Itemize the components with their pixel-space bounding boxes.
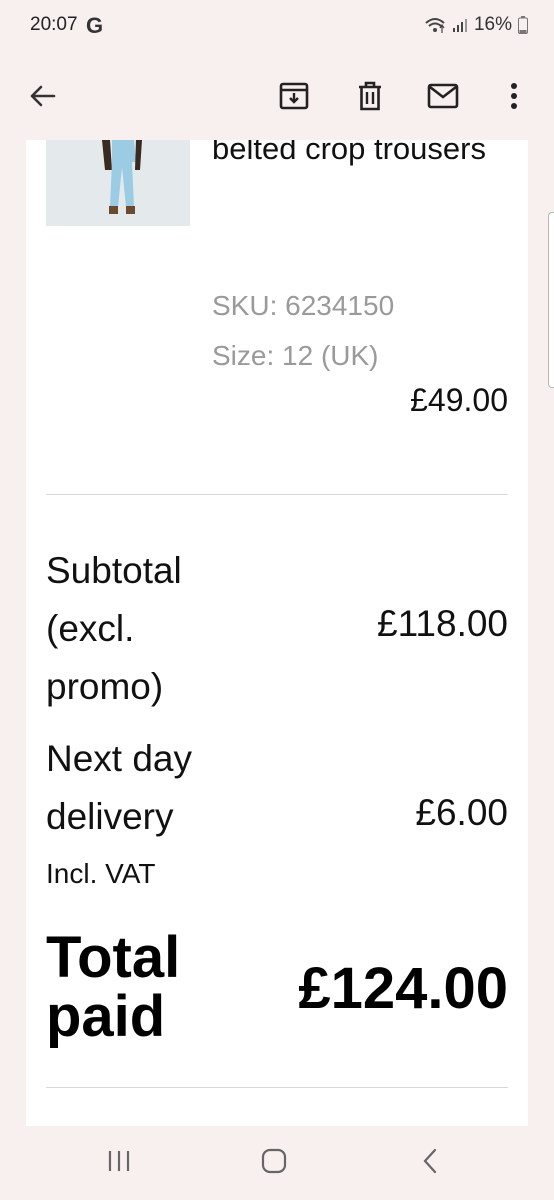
mail-icon — [427, 83, 459, 114]
trash-icon — [357, 81, 383, 116]
email-toolbar — [0, 56, 554, 140]
wifi-icon — [424, 16, 446, 34]
delete-button[interactable] — [342, 70, 398, 126]
more-options-button[interactable] — [486, 70, 542, 126]
signal-icon — [452, 17, 468, 33]
archive-button[interactable] — [266, 70, 322, 126]
nav-back-button[interactable] — [400, 1140, 460, 1186]
status-time: 20:07 — [30, 14, 78, 35]
scrollbar[interactable] — [548, 212, 554, 388]
subtotal-label: Subtotal (excl. promo) — [46, 550, 182, 707]
recent-apps-button[interactable] — [89, 1140, 149, 1186]
google-icon: G — [86, 13, 104, 38]
vat-note: Incl. VAT — [46, 858, 156, 889]
nav-back-icon — [422, 1148, 438, 1179]
divider — [46, 494, 508, 495]
total-value: £124.00 — [298, 956, 508, 1021]
total-label: Total paid — [46, 925, 181, 1049]
delivery-value: £6.00 — [415, 792, 508, 833]
email-body[interactable]: belted crop trousers SKU: 6234150 Size: … — [26, 140, 528, 1126]
system-nav-bar — [0, 1126, 554, 1200]
product-size: Size: 12 (UK) — [212, 340, 379, 371]
status-indicators: 16% — [424, 14, 528, 36]
arrow-back-icon — [28, 82, 56, 115]
home-icon — [261, 1148, 287, 1179]
home-button[interactable] — [244, 1140, 304, 1186]
product-image[interactable] — [46, 140, 190, 226]
product-name: belted crop trousers — [212, 140, 486, 166]
battery-level: 16% — [473, 14, 512, 35]
product-sku: SKU: 6234150 — [212, 290, 395, 321]
divider — [46, 1087, 508, 1088]
delivery-label: Next day delivery — [46, 738, 193, 837]
status-bar: 20:07 G 16% — [0, 0, 554, 56]
battery-icon — [518, 16, 528, 34]
mark-unread-button[interactable] — [415, 70, 471, 126]
archive-icon — [279, 82, 309, 115]
product-price: £49.00 — [410, 382, 508, 418]
recent-apps-icon — [106, 1149, 132, 1178]
more-vert-icon — [510, 82, 518, 115]
back-button[interactable] — [14, 70, 70, 126]
subtotal-value: £118.00 — [377, 603, 508, 644]
